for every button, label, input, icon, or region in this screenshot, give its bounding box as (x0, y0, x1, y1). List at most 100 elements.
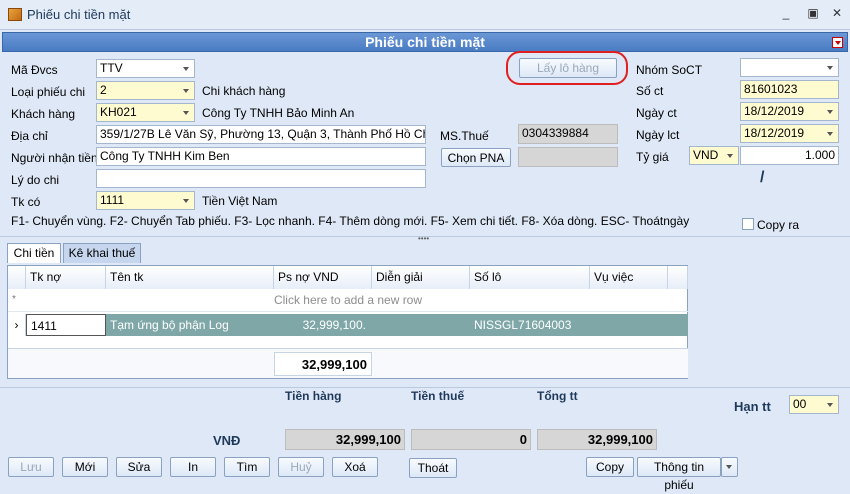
tien-hang-label: Tiền hàng (285, 389, 342, 403)
dia-chi-label: Địa chỉ (11, 129, 48, 143)
splitter-grip-icon[interactable]: •••• (418, 234, 429, 243)
ty-gia-label: Tỷ giá (636, 150, 669, 164)
ngay-ct-label: Ngày ct (636, 106, 677, 120)
khach-hang-label: Khách hàng (11, 107, 76, 121)
detail-grid: Tk nợ Tên tk Ps nợ VND Diễn giải Số lô V… (7, 265, 688, 379)
tk-co-desc: Tiền Việt Nam (202, 194, 278, 208)
chevron-down-icon[interactable] (179, 192, 194, 209)
ngay-ct-select[interactable]: 18/12/2019 (740, 102, 839, 121)
chevron-down-icon[interactable] (823, 125, 838, 142)
col-vu-viec[interactable]: Vụ việc (590, 266, 668, 289)
xoa-button[interactable]: Xoá (332, 457, 378, 477)
cell-vu-viec[interactable] (590, 314, 668, 336)
ngay-lct-select[interactable]: 18/12/2019 (740, 124, 839, 143)
tk-co-select[interactable]: 1111 (96, 191, 195, 210)
khach-hang-name: Công Ty TNHH Bảo Minh An (202, 106, 355, 120)
copy-button[interactable]: Copy (586, 457, 634, 477)
so-ct-label: Số ct (636, 84, 664, 98)
nguoi-nhan-field[interactable]: Công Ty TNHH Kim Ben (96, 147, 426, 166)
khach-hang-select[interactable]: KH021 (96, 103, 195, 122)
col-ten-tk[interactable]: Tên tk (106, 266, 274, 289)
col-ps-no[interactable]: Ps nợ VND (274, 266, 372, 289)
slash-separator: / (760, 169, 765, 186)
ma-dvcs-select[interactable]: TTV (96, 59, 195, 78)
cell-so-lo[interactable]: NISSGL71604003 (470, 314, 590, 336)
han-tt-select[interactable]: 00 (789, 395, 839, 414)
thong-tin-phieu-button[interactable]: Thông tin phiếu (637, 457, 721, 492)
new-row-hint[interactable]: Click here to add a new row (8, 293, 688, 307)
grid-corner (8, 266, 26, 289)
sua-button[interactable]: Sửa (116, 457, 162, 477)
chevron-down-icon[interactable] (823, 396, 838, 413)
loai-phieu-chi-desc: Chi khách hàng (202, 84, 286, 98)
ms-thue-label: MS.Thuế (440, 129, 489, 143)
in-button[interactable]: In (170, 457, 216, 477)
row-marker: › (8, 314, 26, 336)
tab-ke-khai-thue[interactable]: Kê khai thuế (63, 243, 141, 263)
cell-ten-tk[interactable]: Tạm ứng bộ phận Log (106, 314, 274, 336)
thong-tin-phieu-dropdown[interactable] (721, 457, 738, 477)
grid-footer: 32,999,100 (8, 348, 688, 378)
new-row[interactable]: * Click here to add a new row (8, 290, 688, 312)
table-row[interactable]: › 1411 Tạm ứng bộ phận Log 32,999,100. N… (8, 314, 688, 336)
chevron-down-icon[interactable] (823, 103, 838, 120)
cell-ps-no[interactable]: 32,999,100. (274, 314, 368, 336)
chevron-down-icon[interactable] (179, 60, 194, 77)
tim-button[interactable]: Tìm (224, 457, 270, 477)
grid-total: 32,999,100 (274, 352, 372, 376)
nhom-soct-label: Nhóm SoCT (636, 63, 703, 77)
chevron-down-icon[interactable] (723, 147, 738, 164)
minimize-icon[interactable]: _ (779, 6, 793, 20)
ms-thue-field: 0304339884 (518, 124, 618, 144)
close-icon[interactable]: ✕ (830, 6, 844, 20)
currency-select[interactable]: VND (689, 146, 739, 165)
restore-icon[interactable]: ▣ (806, 6, 820, 20)
col-so-lo[interactable]: Số lô (470, 266, 590, 289)
chevron-down-icon[interactable] (722, 458, 737, 476)
tien-hang-value: 32,999,100 (285, 429, 405, 450)
ma-dvcs-label: Mã Đvcs (11, 63, 58, 77)
tong-tt-label: Tổng tt (537, 389, 578, 403)
nhom-soct-select[interactable] (740, 58, 839, 77)
luu-button[interactable]: Lưu (8, 457, 54, 477)
tk-co-label: Tk có (11, 195, 41, 209)
ly-do-label: Lý do chi (11, 173, 60, 187)
shortcuts-hint: F1- Chuyển vùng. F2- Chuyển Tab phiếu. F… (11, 214, 690, 228)
moi-button[interactable]: Mới (62, 457, 108, 477)
form-header: Phiếu chi tiền mặt (2, 32, 848, 52)
loai-phieu-chi-select[interactable]: 2 (96, 81, 195, 100)
chevron-down-icon[interactable] (179, 82, 194, 99)
chevron-down-icon[interactable] (179, 104, 194, 121)
highlight-ring (506, 51, 628, 85)
tien-thue-value: 0 (411, 429, 531, 450)
chon-pna-button[interactable]: Chọn PNA (441, 148, 511, 167)
window-titlebar: Phiếu chi tiền mặt _ ▣ ✕ (0, 0, 850, 30)
tab-chi-tien[interactable]: Chi tiền (7, 243, 61, 263)
pna-field (518, 147, 618, 167)
col-extra (668, 266, 688, 289)
summary-divider (0, 387, 850, 388)
ly-do-field[interactable] (96, 169, 426, 188)
loai-phieu-chi-label: Loại phiếu chi (11, 85, 86, 99)
app-icon (8, 8, 22, 21)
thoat-button[interactable]: Thoát (409, 458, 457, 478)
so-ct-field[interactable]: 81601023 (740, 80, 839, 99)
form-title: Phiếu chi tiền mặt (365, 34, 485, 50)
huy-button[interactable]: Huỷ (278, 457, 324, 477)
nguoi-nhan-label: Người nhận tiền (11, 151, 98, 165)
chevron-down-icon[interactable] (823, 59, 838, 76)
col-tk-no[interactable]: Tk nợ (26, 266, 106, 289)
ty-gia-field[interactable]: 1.000 (740, 146, 839, 165)
ngay-lct-label: Ngày lct (636, 128, 680, 142)
currency-label: VNĐ (213, 433, 241, 448)
tong-tt-value: 32,999,100 (537, 429, 657, 450)
cell-dien-giai[interactable] (372, 314, 470, 336)
copy-ra-label: Copy ra (757, 218, 800, 232)
col-dien-giai[interactable]: Diễn giải (372, 266, 470, 289)
han-tt-label: Hạn tt (734, 399, 771, 414)
collapse-icon[interactable] (832, 37, 843, 48)
dia-chi-field[interactable]: 359/1/27B Lê Văn Sỹ, Phường 13, Quận 3, … (96, 125, 426, 144)
tien-thue-label: Tiền thuế (411, 389, 465, 403)
copy-ra-checkbox[interactable] (742, 218, 754, 230)
cell-tk-no[interactable]: 1411 (26, 314, 106, 336)
